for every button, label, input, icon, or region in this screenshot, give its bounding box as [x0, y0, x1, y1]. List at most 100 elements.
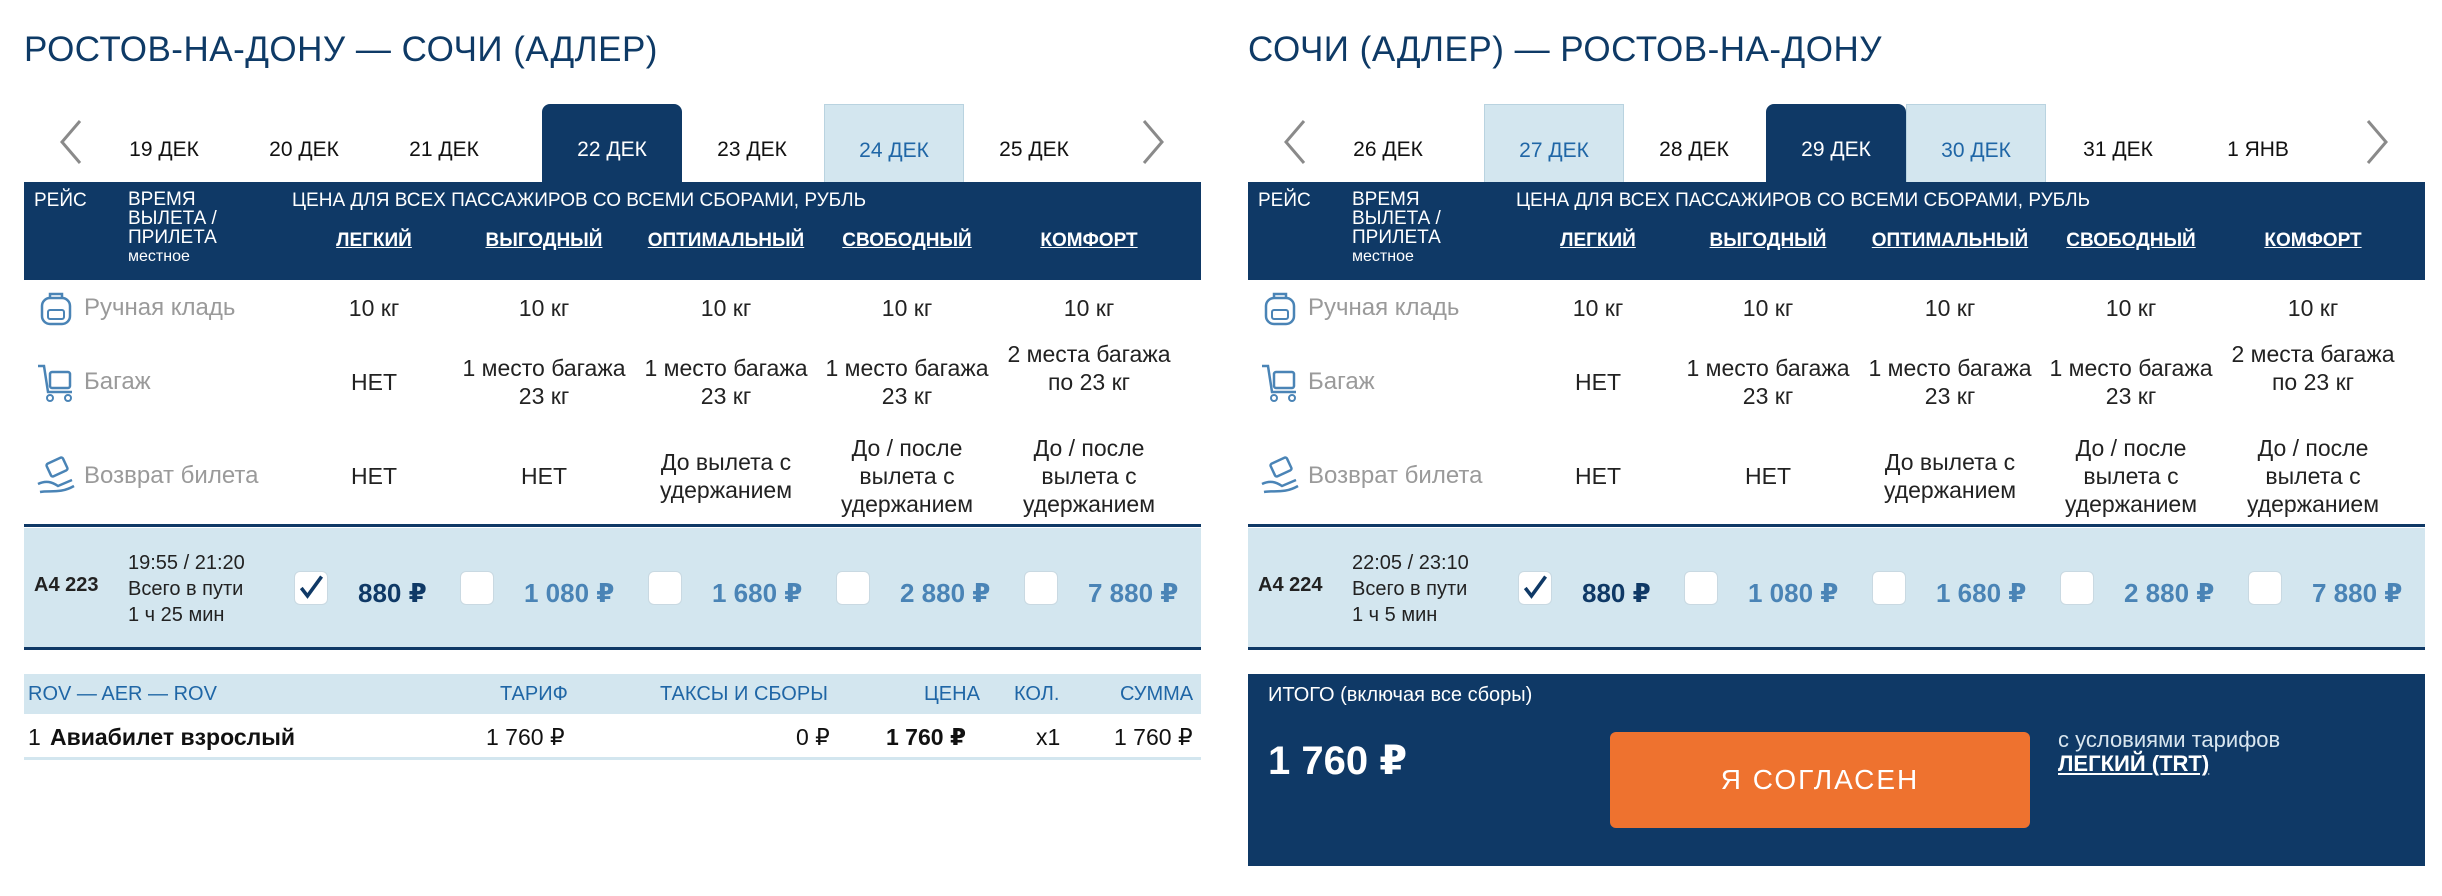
date-tab[interactable]: 23 ДЕК — [682, 104, 822, 182]
date-strip: 19 ДЕК 20 ДЕК 21 ДЕК 22 ДЕК 23 ДЕК 24 ДЕ… — [24, 104, 1201, 182]
flight-times: 19:55 / 21:20 Всего в пути 1 ч 25 мин — [128, 550, 245, 628]
hand-baggage-label: Ручная кладь — [34, 286, 235, 330]
hand-baggage-row: Ручная кладь 10 кг 10 кг 10 кг 10 кг 10 … — [1248, 280, 2425, 336]
hand-baggage-label: Ручная кладь — [1258, 286, 1459, 330]
refund-hand-icon — [37, 456, 75, 494]
fare-link-light[interactable]: ЛЕГКИЙ — [1508, 230, 1688, 252]
feature-value: НЕТ — [521, 463, 567, 489]
chevron-right-icon — [2366, 120, 2388, 164]
baggage-row: Багаж НЕТ 1 место багажа 23 кг 1 место б… — [24, 336, 1201, 430]
row-name: Авиабилет взрослый — [50, 724, 296, 750]
fare-checkbox[interactable] — [1684, 568, 1718, 608]
fare-link-optimal[interactable]: ОПТИМАЛЬНЫЙ — [636, 230, 816, 252]
duration-label: Всего в пути — [1352, 578, 1468, 600]
feature-value: 10 кг — [881, 295, 933, 321]
route-title: СОЧИ (АДЛЕР) — РОСТОВ-НА-ДОНУ — [1248, 30, 1882, 69]
row-index: 1 — [28, 724, 41, 750]
feature-value: 1 место багажа 23 кг — [644, 355, 808, 409]
luggage-cart-icon — [38, 364, 72, 402]
duration: 1 ч 25 мин — [128, 604, 225, 626]
feature-value: 2 места багажа по 23 кг — [1007, 341, 1171, 395]
fare-link-optimal[interactable]: ОПТИМАЛЬНЫЙ — [1860, 230, 2040, 252]
fare-checkbox[interactable] — [836, 568, 870, 608]
breakdown-row: 1 Авиабилет взрослый 1 760 ₽ 0 ₽ 1 760 ₽… — [24, 714, 1201, 760]
checkmark-icon — [1523, 575, 1548, 599]
date-tab[interactable]: 21 ДЕК — [374, 104, 514, 182]
fare-price[interactable]: 7 880 ₽ — [1088, 578, 1178, 609]
price-caption: ЦЕНА ДЛЯ ВСЕХ ПАССАЖИРОВ СО ВСЕМИ СБОРАМ… — [1516, 190, 2091, 211]
chevron-right-icon — [1142, 120, 1164, 164]
row-taxes: 0 ₽ — [796, 724, 830, 750]
time-column-header: ВРЕМЯ ВЫЛЕТА / ПРИЛЕТА местное — [1352, 190, 1462, 266]
time-header-line: ВРЕМЯ — [128, 189, 196, 210]
fare-price[interactable]: 1 080 ₽ — [1748, 578, 1838, 609]
fare-price[interactable]: 7 880 ₽ — [2312, 578, 2402, 609]
fare-checkbox[interactable] — [648, 568, 682, 608]
flight-row: А4 224 22:05 / 23:10 Всего в пути 1 ч 5 … — [1248, 528, 2425, 650]
time-header-line: ВЫЛЕТА / — [1352, 208, 1441, 229]
fare-checkbox[interactable] — [1024, 568, 1058, 608]
next-dates-button[interactable] — [2352, 112, 2402, 172]
feature-value: До вылета с удержанием — [659, 449, 793, 503]
fare-price[interactable]: 880 ₽ — [1582, 578, 1651, 609]
fare-link-value[interactable]: ВЫГОДНЫЙ — [454, 230, 634, 252]
fare-price[interactable]: 1 680 ₽ — [712, 578, 802, 609]
row-price: 1 760 ₽ — [886, 724, 966, 750]
date-tab[interactable]: 26 ДЕК — [1318, 104, 1458, 182]
baggage-label: Багаж — [1258, 360, 1375, 404]
fare-checkbox-checked[interactable] — [294, 568, 328, 608]
fare-link-flex[interactable]: СВОБОДНЫЙ — [817, 230, 997, 252]
feature-value: 10 кг — [2105, 295, 2157, 321]
breakdown-header: ROV — AER — ROV ТАРИФ ТАКСЫ И СБОРЫ ЦЕНА… — [24, 674, 1201, 714]
prev-dates-button[interactable] — [1270, 112, 1320, 172]
agree-button[interactable]: Я СОГЛАСЕН — [1610, 732, 2030, 828]
date-tab[interactable]: 28 ДЕК — [1624, 104, 1764, 182]
prev-dates-button[interactable] — [46, 112, 96, 172]
fare-link-value[interactable]: ВЫГОДНЫЙ — [1678, 230, 1858, 252]
price-caption: ЦЕНА ДЛЯ ВСЕХ ПАССАЖИРОВ СО ВСЕМИ СБОРАМ… — [292, 190, 867, 211]
col-sum: СУММА — [1120, 683, 1194, 705]
fare-checkbox[interactable] — [1872, 568, 1906, 608]
date-tab[interactable]: 20 ДЕК — [234, 104, 374, 182]
fare-checkbox-checked[interactable] — [1518, 568, 1552, 608]
feature-value: НЕТ — [351, 369, 397, 395]
fare-price[interactable]: 2 880 ₽ — [900, 578, 990, 609]
fare-checkbox[interactable] — [2060, 568, 2094, 608]
date-strip: 26 ДЕК 27 ДЕК 28 ДЕК 29 ДЕК 30 ДЕК 31 ДЕ… — [1248, 104, 2425, 182]
tariff-conditions-link[interactable]: ЛЕГКИЙ (TRT) — [2058, 752, 2280, 776]
chevron-left-icon — [60, 120, 82, 164]
date-tab-active[interactable]: 29 ДЕК — [1766, 104, 1906, 182]
date-tab[interactable]: 27 ДЕК — [1484, 104, 1624, 182]
feature-label-text: Багаж — [1308, 368, 1375, 395]
fare-link-comfort[interactable]: КОМФОРТ — [2223, 230, 2403, 252]
feature-value: НЕТ — [1745, 463, 1791, 489]
fare-price[interactable]: 880 ₽ — [358, 578, 427, 609]
col-tariff: ТАРИФ — [500, 683, 568, 705]
date-tab[interactable]: 25 ДЕК — [964, 104, 1104, 182]
date-tab[interactable]: 19 ДЕК — [94, 104, 234, 182]
duration: 1 ч 5 мин — [1352, 604, 1438, 626]
col-price: ЦЕНА — [924, 683, 980, 705]
fare-link-flex[interactable]: СВОБОДНЫЙ — [2041, 230, 2221, 252]
time-header-line: ВЫЛЕТА / — [128, 208, 217, 229]
date-tab[interactable]: 1 ЯНВ — [2188, 104, 2328, 182]
fare-price[interactable]: 1 680 ₽ — [1936, 578, 2026, 609]
feature-value: 1 место багажа 23 кг — [2049, 355, 2213, 409]
time-header-sub: местное — [128, 248, 190, 265]
next-dates-button[interactable] — [1128, 112, 1178, 172]
fare-checkbox[interactable] — [2248, 568, 2282, 608]
fare-price[interactable]: 1 080 ₽ — [524, 578, 614, 609]
date-tab[interactable]: 24 ДЕК — [824, 104, 964, 182]
time-header-line: ВРЕМЯ — [1352, 189, 1420, 210]
feature-value: 10 кг — [1063, 295, 1115, 321]
total-amount: 1 760 ₽ — [1268, 739, 1408, 783]
date-tab[interactable]: 31 ДЕК — [2048, 104, 2188, 182]
fare-price[interactable]: 2 880 ₽ — [2124, 578, 2214, 609]
checkmark-icon — [299, 575, 324, 599]
fare-checkbox[interactable] — [460, 568, 494, 608]
fare-link-comfort[interactable]: КОМФОРТ — [999, 230, 1179, 252]
conditions: с условиями тарифов ЛЕГКИЙ (TRT) — [2058, 728, 2280, 776]
date-tab-active[interactable]: 22 ДЕК — [542, 104, 682, 182]
date-tab[interactable]: 30 ДЕК — [1906, 104, 2046, 182]
fare-link-light[interactable]: ЛЕГКИЙ — [284, 230, 464, 252]
